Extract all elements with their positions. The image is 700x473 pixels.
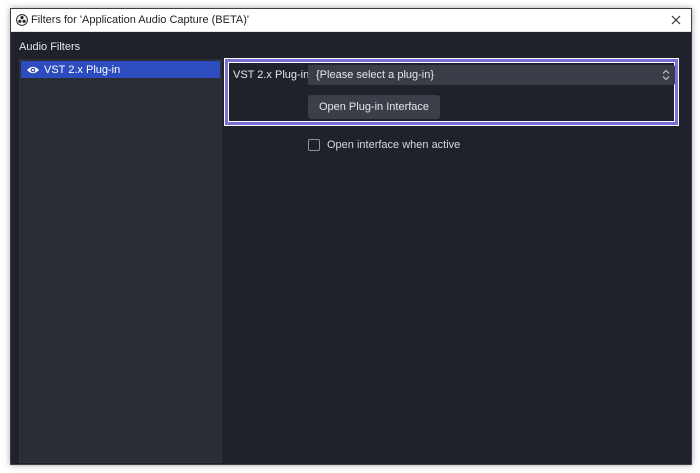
filter-list[interactable]: VST 2.x Plug-in xyxy=(19,59,222,463)
obs-logo-icon xyxy=(16,14,28,26)
open-when-active-label: Open interface when active xyxy=(327,139,461,151)
open-when-active-checkbox[interactable]: Open interface when active xyxy=(308,139,460,151)
title-bar: Filters for 'Application Audio Capture (… xyxy=(11,9,691,32)
close-button[interactable] xyxy=(665,9,687,31)
properties-panel: VST 2.x Plug-in {Please select a plug-in… xyxy=(223,59,689,462)
vst-plugin-label: VST 2.x Plug-in xyxy=(233,69,310,81)
filters-window: Filters for 'Application Audio Capture (… xyxy=(10,8,692,465)
filter-item-vst[interactable]: VST 2.x Plug-in xyxy=(21,61,220,78)
close-icon xyxy=(671,15,681,25)
eye-icon[interactable] xyxy=(26,64,40,76)
audio-filters-label: Audio Filters xyxy=(19,41,81,53)
window-title: Filters for 'Application Audio Capture (… xyxy=(31,14,249,26)
open-plugin-interface-button[interactable]: Open Plug-in Interface xyxy=(308,95,440,119)
plugin-select[interactable]: {Please select a plug-in} xyxy=(308,65,675,85)
plugin-select-value: {Please select a plug-in} xyxy=(316,69,435,81)
checkbox-box[interactable] xyxy=(308,139,320,151)
filter-item-label: VST 2.x Plug-in xyxy=(44,63,121,76)
chevron-updown-icon xyxy=(660,68,672,82)
